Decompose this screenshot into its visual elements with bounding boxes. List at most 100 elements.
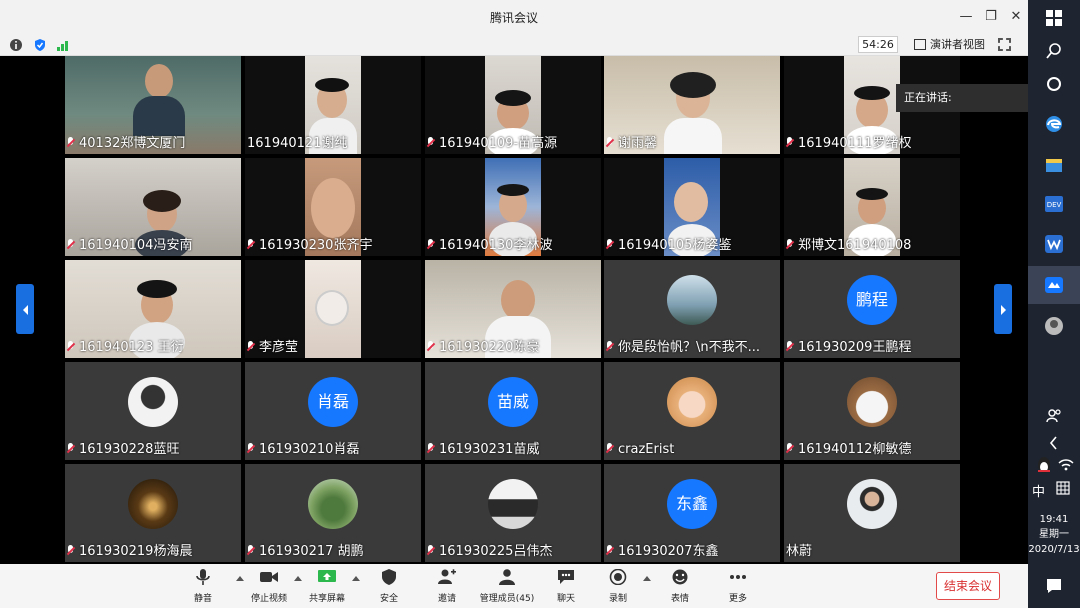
participant-name: 李彦莹 bbox=[247, 336, 298, 355]
signal-icon[interactable] bbox=[56, 38, 70, 52]
participant-tile[interactable]: 苗威 161930231苗威 bbox=[425, 362, 601, 460]
shield-icon[interactable] bbox=[33, 38, 47, 52]
mic-muted-icon bbox=[247, 443, 255, 454]
avatar bbox=[128, 377, 178, 427]
participant-tile[interactable]: 李彦莹 bbox=[245, 260, 421, 358]
people-icon[interactable] bbox=[1044, 406, 1064, 426]
avatar bbox=[667, 377, 717, 427]
file-explorer-icon[interactable] bbox=[1044, 155, 1064, 175]
chat-button[interactable]: 聊天 bbox=[540, 569, 592, 604]
share-screen-button[interactable]: 共享屏幕 bbox=[301, 569, 353, 604]
clock-date: 2020/7/13 bbox=[1028, 544, 1080, 555]
info-icon[interactable] bbox=[9, 38, 23, 52]
mic-muted-icon bbox=[67, 545, 75, 556]
mic-muted-icon bbox=[606, 341, 614, 352]
security-button[interactable]: 安全 bbox=[363, 569, 415, 604]
avatar bbox=[128, 479, 178, 529]
participant-tile[interactable]: 161930219杨海晨 bbox=[65, 464, 241, 562]
svg-text:DEV: DEV bbox=[1047, 201, 1062, 209]
edge-browser-icon[interactable] bbox=[1044, 114, 1064, 134]
mute-button[interactable]: 静音 bbox=[177, 569, 229, 604]
layout-icon bbox=[914, 39, 926, 50]
invite-button[interactable]: 邀请 bbox=[421, 569, 473, 604]
participant-tile[interactable]: 林蔚 bbox=[784, 464, 960, 562]
speaker-view-label: 演讲者视图 bbox=[930, 38, 985, 51]
participant-name: 谢雨馨 bbox=[606, 132, 657, 151]
participant-name: 161930207东鑫 bbox=[606, 540, 718, 559]
clock-time: 19:41 bbox=[1039, 514, 1069, 525]
participant-tile[interactable]: 161940112柳敏德 bbox=[784, 362, 960, 460]
participant-tile[interactable]: 郑博文161940108 bbox=[784, 158, 960, 256]
wps-office-icon[interactable] bbox=[1044, 234, 1064, 254]
participant-tile[interactable]: 161930225吕伟杰 bbox=[425, 464, 601, 562]
cortana-icon[interactable] bbox=[1044, 74, 1064, 94]
participant-tile[interactable]: 161930228蓝旺 bbox=[65, 362, 241, 460]
dev-app-icon[interactable]: DEV bbox=[1044, 194, 1064, 214]
mic-muted-icon bbox=[786, 239, 794, 250]
participant-tile[interactable]: 40132郑博文厦门 bbox=[65, 56, 241, 154]
participant-name: 40132郑博文厦门 bbox=[67, 132, 185, 151]
speaker-view-button[interactable]: 演讲者视图 bbox=[914, 36, 985, 53]
participant-tile[interactable]: crazErist bbox=[604, 362, 780, 460]
participant-tile[interactable]: 161940121谢纯 bbox=[245, 56, 421, 154]
participant-tile[interactable]: 161940123 王衍 bbox=[65, 260, 241, 358]
participant-tile[interactable]: 你是段怡帆？\n不我不... bbox=[604, 260, 780, 358]
close-icon[interactable]: ✕ bbox=[1007, 8, 1025, 26]
windows-start-icon[interactable] bbox=[1044, 8, 1064, 28]
keyboard-grid-icon[interactable] bbox=[1056, 481, 1070, 495]
participant-tile[interactable]: 161940130李林波 bbox=[425, 158, 601, 256]
participant-tile[interactable]: 161930217 胡鹏 bbox=[245, 464, 421, 562]
participant-tile[interactable]: 161940104冯安南 bbox=[65, 158, 241, 256]
stop-video-button[interactable]: 停止视频 bbox=[243, 569, 295, 604]
camera-icon bbox=[260, 572, 278, 582]
avatar bbox=[847, 479, 897, 529]
more-button[interactable]: 更多 bbox=[712, 569, 764, 604]
qq-tray-icon[interactable] bbox=[1034, 455, 1054, 475]
prev-page-button[interactable] bbox=[16, 284, 34, 334]
participant-tile[interactable]: 东鑫 161930207东鑫 bbox=[604, 464, 780, 562]
manage-members-button[interactable]: 管理成员(45) bbox=[478, 569, 536, 604]
user-avatar-icon[interactable] bbox=[1044, 316, 1064, 336]
chevron-up-icon[interactable] bbox=[1044, 433, 1064, 453]
reactions-button[interactable]: 表情 bbox=[654, 569, 706, 604]
participant-name: 161930209王鹏程 bbox=[786, 336, 911, 355]
participant-name: 161930228蓝旺 bbox=[67, 438, 179, 457]
record-options-caret[interactable] bbox=[643, 576, 651, 581]
share-options-caret[interactable] bbox=[352, 576, 360, 581]
notification-icon[interactable] bbox=[1044, 576, 1064, 596]
participant-name: 161940121谢纯 bbox=[247, 136, 348, 151]
participant-tile[interactable]: 谢雨馨 bbox=[604, 56, 780, 154]
next-page-button[interactable] bbox=[994, 284, 1012, 334]
restore-icon[interactable]: ❐ bbox=[982, 8, 1000, 26]
search-icon[interactable] bbox=[1044, 41, 1064, 61]
participant-tile[interactable]: 161940109-苗高源 bbox=[425, 56, 601, 154]
minimize-icon[interactable]: — bbox=[957, 8, 975, 26]
mic-muted-icon bbox=[786, 443, 794, 454]
avatar bbox=[488, 479, 538, 529]
participant-name: 郑博文161940108 bbox=[786, 234, 911, 253]
participant-tile[interactable]: 161940105杨姿鉴 bbox=[604, 158, 780, 256]
mic-muted-icon bbox=[67, 239, 75, 250]
participant-tile[interactable]: 161930220陈豪 bbox=[425, 260, 601, 358]
mic-muted-icon bbox=[427, 545, 435, 556]
participant-tile[interactable]: 肖磊 161930210肖磊 bbox=[245, 362, 421, 460]
participant-name: 161930219杨海晨 bbox=[67, 540, 192, 559]
participant-tile[interactable]: 鹏程 161930209王鹏程 bbox=[784, 260, 960, 358]
participant-name: 161930230张齐宇 bbox=[247, 234, 372, 253]
tencent-meeting-icon[interactable] bbox=[1044, 275, 1064, 295]
video-feed bbox=[305, 260, 361, 358]
system-clock[interactable]: 19:41 星期一 2020/7/13 bbox=[1028, 512, 1080, 557]
record-icon bbox=[609, 569, 627, 585]
record-button[interactable]: 录制 bbox=[592, 569, 644, 604]
participant-name: crazErist bbox=[606, 442, 674, 457]
participant-name: 161940105杨姿鉴 bbox=[606, 234, 731, 253]
participant-name: 161930231苗威 bbox=[427, 438, 539, 457]
fullscreen-icon[interactable] bbox=[998, 38, 1011, 51]
input-method-indicator[interactable]: 中 bbox=[1032, 481, 1045, 500]
wifi-icon[interactable] bbox=[1056, 455, 1076, 475]
participant-tile[interactable]: 161930230张齐宇 bbox=[245, 158, 421, 256]
end-meeting-button[interactable]: 结束会议 bbox=[936, 572, 1000, 600]
mic-muted-icon bbox=[67, 443, 75, 454]
participant-name: 你是段怡帆？\n不我不... bbox=[606, 336, 760, 355]
mic-muted-icon bbox=[606, 443, 614, 454]
